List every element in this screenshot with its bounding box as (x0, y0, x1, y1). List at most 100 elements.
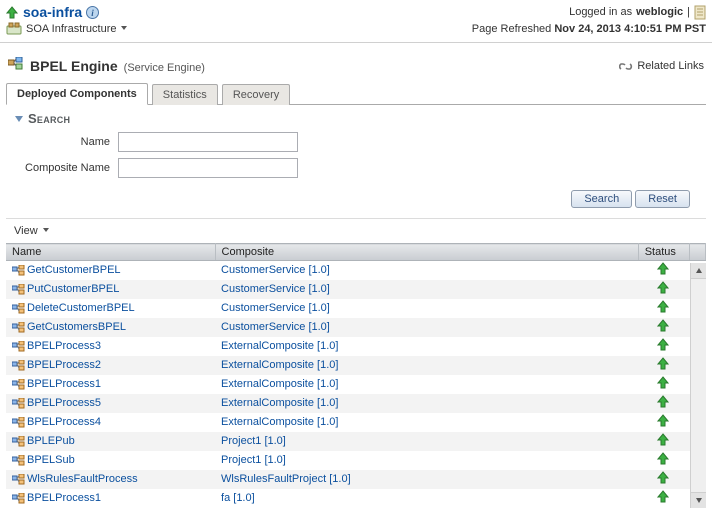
component-name-link[interactable]: BPELProcess2 (27, 359, 101, 371)
engine-subtitle: (Service Engine) (124, 62, 205, 74)
component-name-link[interactable]: BPLEPub (27, 435, 75, 447)
composite-link[interactable]: ExternalComposite [1.0] (221, 378, 338, 390)
collapse-icon (14, 114, 24, 124)
component-name-link[interactable]: GetCustomersBPEL (27, 321, 126, 333)
page-refreshed: Page Refreshed Nov 24, 2013 4:10:51 PM P… (472, 23, 706, 35)
composite-link[interactable]: CustomerService [1.0] (221, 264, 330, 276)
page-title-text: soa-infra (23, 4, 82, 20)
bpel-component-icon (12, 284, 25, 295)
login-separator: | (687, 6, 690, 18)
col-name[interactable]: Name (6, 244, 215, 261)
composite-link[interactable]: WlsRulesFaultProject [1.0] (221, 473, 351, 485)
composite-link[interactable]: ExternalComposite [1.0] (221, 340, 338, 352)
composite-link[interactable]: CustomerService [1.0] (221, 321, 330, 333)
table-row: GetCustomerBPEL CustomerService [1.0] (6, 261, 706, 280)
composite-link[interactable]: ExternalComposite [1.0] (221, 359, 338, 371)
status-up-icon (657, 418, 670, 430)
component-name-link[interactable]: BPELProcess1 (27, 492, 101, 504)
component-name-link[interactable]: BPELProcess3 (27, 340, 101, 352)
col-composite[interactable]: Composite (215, 244, 638, 261)
status-up-icon (657, 437, 670, 449)
table-row: BPELProcess1 ExternalComposite [1.0] (6, 375, 706, 394)
composite-name-input[interactable] (118, 158, 298, 178)
component-name-link[interactable]: BPELProcess4 (27, 416, 101, 428)
col-status[interactable]: Status (638, 244, 689, 261)
components-table: Name Composite Status GetCustomerBPEL Cus… (6, 243, 706, 508)
login-user: weblogic (636, 6, 683, 18)
page-title: soa-infra (6, 4, 99, 20)
component-name-link[interactable]: DeleteCustomerBPEL (27, 302, 135, 314)
bpel-component-icon (12, 360, 25, 371)
composite-link[interactable]: Project1 [1.0] (221, 454, 286, 466)
reset-button[interactable]: Reset (635, 190, 690, 208)
status-up-icon (657, 342, 670, 354)
bpel-component-icon (12, 379, 25, 390)
scroll-down-icon[interactable] (691, 492, 706, 508)
component-name-link[interactable]: BPELProcess1 (27, 378, 101, 390)
table-row: BPELProcess2 ExternalComposite [1.0] (6, 356, 706, 375)
related-links[interactable]: Related Links (619, 60, 704, 72)
bpel-component-icon (12, 398, 25, 409)
status-up-icon (657, 361, 670, 373)
status-up-icon (657, 399, 670, 411)
composite-name-label: Composite Name (10, 162, 110, 174)
bpel-component-icon (12, 436, 25, 447)
search-header[interactable]: Search (14, 111, 702, 126)
link-icon (619, 60, 633, 72)
col-scroll-spacer (689, 244, 705, 261)
component-name-link[interactable]: WlsRulesFaultProcess (27, 473, 138, 485)
search-title: Search (28, 111, 70, 126)
table-row: GetCustomersBPEL CustomerService [1.0] (6, 318, 706, 337)
status-up-icon (657, 456, 670, 468)
view-label: View (14, 225, 38, 237)
composite-link[interactable]: Project1 [1.0] (221, 435, 286, 447)
chevron-down-icon (120, 23, 128, 35)
composite-link[interactable]: CustomerService [1.0] (221, 283, 330, 295)
status-up-icon (657, 304, 670, 316)
tab-recovery[interactable]: Recovery (222, 84, 290, 105)
status-up-icon (657, 494, 670, 506)
status-up-icon (657, 380, 670, 392)
tab-statistics[interactable]: Statistics (152, 84, 218, 105)
engine-title: BPEL Engine (Service Engine) (8, 57, 205, 74)
status-up-icon (657, 285, 670, 297)
table-row: WlsRulesFaultProcess WlsRulesFaultProject… (6, 470, 706, 489)
name-input[interactable] (118, 132, 298, 152)
composite-link[interactable]: ExternalComposite [1.0] (221, 416, 338, 428)
related-links-label: Related Links (637, 60, 704, 72)
composite-link[interactable]: ExternalComposite [1.0] (221, 397, 338, 409)
search-section: Search Name Composite Name Search Reset (6, 105, 706, 218)
server-icon[interactable] (694, 5, 706, 20)
composite-link[interactable]: fa [1.0] (221, 492, 255, 504)
tab-deployed-components[interactable]: Deployed Components (6, 83, 148, 105)
component-name-link[interactable]: GetCustomerBPEL (27, 264, 121, 276)
bpel-component-icon (12, 493, 25, 504)
table-row: BPELSub Project1 [1.0] (6, 451, 706, 470)
status-up-icon (657, 266, 670, 278)
info-icon[interactable] (86, 6, 99, 19)
engine-icon (8, 57, 24, 71)
table-row: PutCustomerBPEL CustomerService [1.0] (6, 280, 706, 299)
bpel-component-icon (12, 265, 25, 276)
search-button[interactable]: Search (571, 190, 632, 208)
table-row: BPELProcess3 ExternalComposite [1.0] (6, 337, 706, 356)
bpel-component-icon (12, 474, 25, 485)
view-menu[interactable]: View (14, 225, 50, 237)
status-up-icon (657, 323, 670, 335)
soa-infra-menu[interactable]: SOA Infrastructure (6, 22, 128, 36)
scroll-up-icon[interactable] (691, 263, 706, 279)
refreshed-prefix: Page Refreshed (472, 23, 552, 35)
table-row: BPELProcess4 ExternalComposite [1.0] (6, 413, 706, 432)
scrollbar[interactable] (690, 263, 706, 508)
table-row: DeleteCustomerBPEL CustomerService [1.0] (6, 299, 706, 318)
name-label: Name (10, 136, 110, 148)
component-name-link[interactable]: PutCustomerBPEL (27, 283, 119, 295)
infra-icon (6, 22, 22, 36)
composite-link[interactable]: CustomerService [1.0] (221, 302, 330, 314)
component-name-link[interactable]: BPELProcess5 (27, 397, 101, 409)
bpel-component-icon (12, 455, 25, 466)
login-info: Logged in as weblogic | (569, 5, 706, 20)
soa-infra-label: SOA Infrastructure (26, 23, 116, 35)
table-row: BPELProcess5 ExternalComposite [1.0] (6, 394, 706, 413)
component-name-link[interactable]: BPELSub (27, 454, 75, 466)
